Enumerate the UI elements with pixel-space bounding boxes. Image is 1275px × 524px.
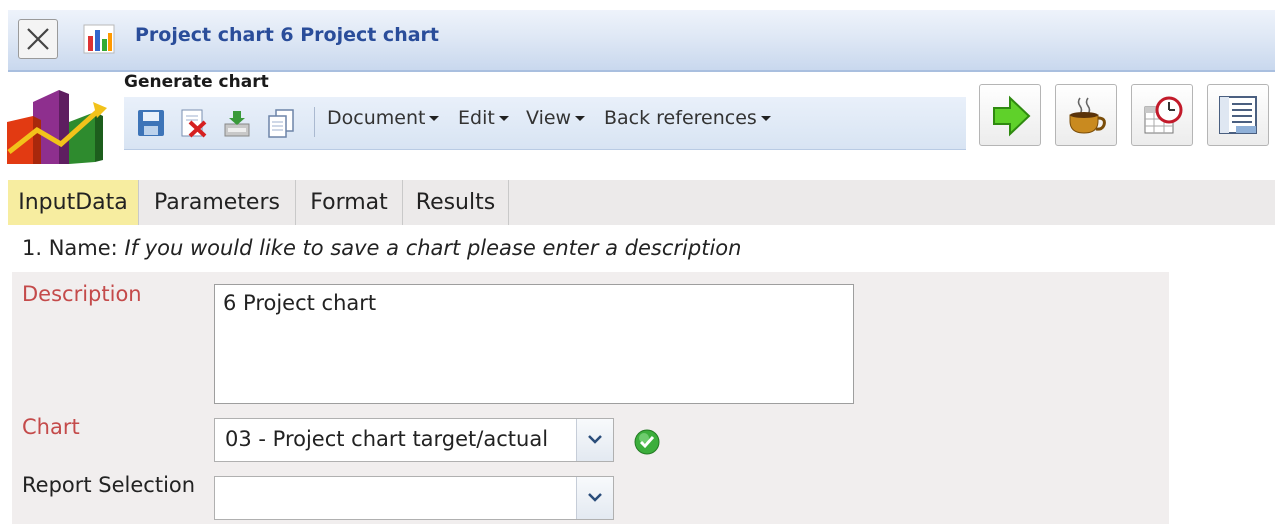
coffee-button[interactable] (1055, 84, 1117, 146)
check-ok-icon (634, 429, 660, 455)
menu-edit-label: Edit (458, 107, 495, 129)
chart-select-value: 03 - Project chart target/actual (225, 427, 549, 451)
copy-icon[interactable] (266, 108, 296, 138)
tab-parameters[interactable]: Parameters (139, 180, 296, 225)
tab-bar: InputData Parameters Format Results (8, 180, 1275, 225)
sheet-settings-icon (1219, 96, 1257, 134)
tab-results[interactable]: Results (403, 180, 509, 225)
menu-document[interactable]: Document (327, 107, 440, 129)
delete-icon[interactable] (178, 108, 208, 138)
menu-edit[interactable]: Edit (458, 107, 509, 129)
window-title: Project chart 6 Project chart (135, 24, 439, 46)
caret-down-icon (760, 116, 771, 121)
report-selection-arrow[interactable] (576, 477, 613, 519)
bar-chart-icon (83, 24, 115, 54)
menu-document-label: Document (327, 107, 426, 129)
run-button[interactable] (979, 84, 1041, 146)
tab-inputdata[interactable]: InputData (8, 180, 139, 225)
generate-chart-label: Generate chart (124, 72, 269, 92)
section-heading: 1. Name: If you would like to save a cha… (22, 236, 741, 260)
section-number: 1. Name: (22, 236, 118, 260)
menu-view-label: View (526, 107, 572, 129)
coffee-cup-icon (1069, 97, 1106, 134)
chart-label: Chart (22, 415, 80, 439)
tab-format[interactable]: Format (296, 180, 403, 225)
chart-logo-icon (7, 90, 107, 164)
caret-down-icon (575, 116, 586, 121)
section-hint: If you would like to save a chart please… (124, 236, 742, 260)
close-icon (27, 28, 49, 50)
chart-select-arrow[interactable] (576, 419, 613, 461)
schedule-calendar-icon (1144, 96, 1183, 134)
menu-back-references[interactable]: Back references (604, 107, 771, 129)
sheet-settings-button[interactable] (1207, 84, 1269, 146)
chevron-down-icon (588, 493, 602, 502)
menu-back-references-label: Back references (604, 107, 757, 129)
title-bar: Project chart 6 Project chart (8, 10, 1275, 72)
save-icon[interactable] (136, 108, 166, 138)
close-button[interactable] (18, 19, 58, 59)
schedule-button[interactable] (1131, 84, 1193, 146)
report-selection-label: Report Selection (22, 473, 196, 497)
description-label: Description (22, 282, 142, 306)
chart-select[interactable]: 03 - Project chart target/actual (214, 418, 614, 462)
caret-down-icon (498, 116, 509, 121)
menu-view[interactable]: View (526, 107, 586, 129)
caret-down-icon (429, 116, 440, 121)
toolbar-separator (314, 107, 315, 137)
toolbar: Document Edit View Back references (124, 97, 966, 150)
chevron-down-icon (588, 435, 602, 444)
report-selection-select[interactable] (214, 476, 614, 520)
run-arrow-icon (993, 95, 1031, 137)
description-field[interactable]: 6 Project chart (214, 284, 854, 404)
export-icon[interactable] (222, 108, 252, 138)
